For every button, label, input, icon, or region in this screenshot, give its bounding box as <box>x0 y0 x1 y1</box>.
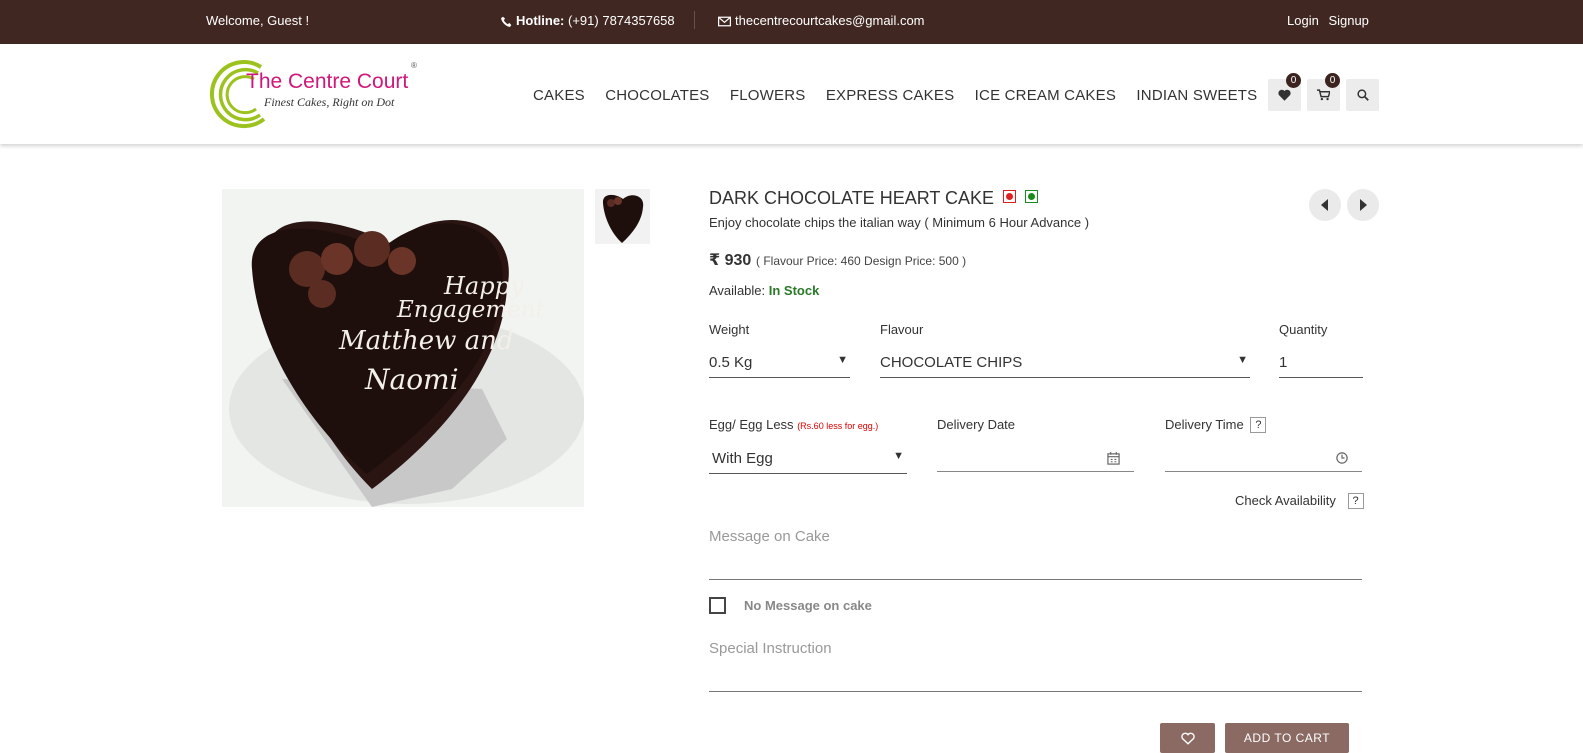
caret-down-icon: ▼ <box>837 354 848 366</box>
envelope-icon <box>718 16 731 27</box>
add-to-cart-button[interactable]: ADD TO CART <box>1225 723 1349 753</box>
no-message-checkbox[interactable] <box>709 597 726 614</box>
next-product-button[interactable] <box>1347 189 1379 221</box>
delivery-time-label-text: Delivery Time <box>1165 417 1244 432</box>
cart-icon <box>1317 89 1330 101</box>
currency-symbol: ₹ <box>709 252 721 269</box>
hotline-label: Hotline: <box>516 13 565 28</box>
cake-text-line-3: Matthew and <box>338 326 514 356</box>
delivery-time-help-button[interactable]: ? <box>1250 417 1267 433</box>
check-availability: Check Availability ? <box>1235 493 1364 509</box>
heart-icon <box>1278 89 1291 101</box>
quantity-value: 1 <box>1279 354 1288 371</box>
main-nav: CAKES CHOCOLATES FLOWERS EXPRESS CAKES I… <box>533 87 1273 104</box>
veg-indicator-icon <box>1025 190 1039 203</box>
clock-icon <box>1336 452 1348 464</box>
price-breakdown: ( Flavour Price: 460 Design Price: 500 ) <box>756 254 967 268</box>
delivery-date-label: Delivery Date <box>937 417 1016 432</box>
product-thumbnail[interactable] <box>595 189 650 244</box>
caret-down-icon: ▼ <box>1237 354 1248 366</box>
add-to-wishlist-button[interactable] <box>1160 723 1215 753</box>
hotline: Hotline: (+91) 7874357658 <box>501 13 675 28</box>
cart-count-badge: 0 <box>1325 73 1340 88</box>
logo[interactable]: The Centre Court Finest Cakes, Right on … <box>206 59 421 129</box>
message-on-cake-input[interactable]: Message on Cake <box>709 528 1362 580</box>
flavour-label: Flavour <box>880 322 924 337</box>
price: ₹ 930 <box>709 250 751 270</box>
non-veg-indicator-icon <box>1003 190 1017 203</box>
email-text: thecentrecourtcakes@gmail.com <box>735 13 925 28</box>
logo-registered: ® <box>411 61 417 70</box>
weight-select[interactable]: 0.5 Kg ▼ <box>709 352 850 378</box>
caret-down-icon: ▼ <box>893 450 904 462</box>
auth-links: Login Signup <box>1287 13 1375 28</box>
search-icon <box>1356 89 1369 101</box>
cart-button[interactable]: 0 <box>1307 73 1340 111</box>
nav-express-cakes[interactable]: EXPRESS CAKES <box>826 87 954 104</box>
egg-label: Egg/ Egg Less (Rs.60 less for egg.) <box>709 417 878 432</box>
caret-right-icon <box>1360 199 1367 211</box>
check-availability-help-button[interactable]: ? <box>1347 493 1364 509</box>
quantity-label: Quantity <box>1279 322 1328 337</box>
egg-value: With Egg <box>712 450 773 467</box>
egg-note: (Rs.60 less for egg.) <box>797 421 879 431</box>
prev-product-button[interactable] <box>1309 189 1341 221</box>
weight-label: Weight <box>709 322 750 337</box>
cake-text-line-1: Happy <box>443 272 524 300</box>
thumbnail-illustration <box>602 194 644 243</box>
flavour-value: CHOCOLATE CHIPS <box>880 354 1023 371</box>
signup-link[interactable]: Signup <box>1328 13 1368 28</box>
instruction-placeholder: Special Instruction <box>709 640 832 657</box>
top-bar: Welcome, Guest ! Hotline: (+91) 78743576… <box>0 0 1583 44</box>
nav-chocolates[interactable]: CHOCOLATES <box>605 87 709 104</box>
nav-indian-sweets[interactable]: INDIAN SWEETS <box>1136 87 1257 104</box>
price-value: 930 <box>724 252 752 269</box>
welcome-text: Welcome, Guest ! <box>206 13 310 28</box>
availability: Available: In Stock <box>709 283 819 298</box>
weight-value: 0.5 Kg <box>709 354 753 371</box>
logo-tagline: Finest Cakes, Right on Dot <box>264 95 395 109</box>
divider <box>694 11 695 29</box>
product-title-text: DARK CHOCOLATE HEART CAKE <box>709 188 995 208</box>
caret-left-icon <box>1321 199 1328 211</box>
egg-label-text: Egg/ Egg Less <box>709 417 794 432</box>
logo-brand: The Centre Court <box>246 70 409 93</box>
message-placeholder: Message on Cake <box>709 528 830 545</box>
nav-flowers[interactable]: FLOWERS <box>730 87 806 104</box>
availability-label: Available: <box>709 283 766 298</box>
site-header: The Centre Court Finest Cakes, Right on … <box>0 44 1583 144</box>
wishlist-button[interactable]: 0 <box>1268 73 1301 111</box>
nav-ice-cream-cakes[interactable]: ICE CREAM CAKES <box>975 87 1116 104</box>
availability-status: In Stock <box>768 283 820 298</box>
no-message-label: No Message on cake <box>744 598 872 613</box>
cake-illustration: Happy Engagement Matthew and Naomi <box>229 219 584 507</box>
wishlist-count-badge: 0 <box>1286 73 1301 88</box>
calendar-icon <box>1107 452 1120 465</box>
product-main-image[interactable]: Happy Engagement Matthew and Naomi <box>222 189 584 507</box>
product-title: DARK CHOCOLATE HEART CAKE <box>709 188 1039 209</box>
egg-select[interactable]: With Egg ▼ <box>709 448 907 474</box>
delivery-time-label: Delivery Time ? <box>1165 417 1267 433</box>
quantity-input[interactable]: 1 <box>1279 352 1363 378</box>
cake-text-line-4: Naomi <box>364 363 459 396</box>
email[interactable]: thecentrecourtcakes@gmail.com <box>718 13 925 28</box>
delivery-date-input[interactable] <box>937 446 1134 472</box>
product-subtitle: Enjoy chocolate chips the italian way ( … <box>709 215 1090 230</box>
login-link[interactable]: Login <box>1287 13 1319 28</box>
cake-text-line-2: Engagement <box>396 297 546 323</box>
search-button[interactable] <box>1346 79 1379 111</box>
nav-cakes[interactable]: CAKES <box>533 87 585 104</box>
hotline-number[interactable]: (+91) 7874357658 <box>568 13 675 28</box>
flavour-select[interactable]: CHOCOLATE CHIPS ▼ <box>880 352 1250 378</box>
delivery-time-input[interactable] <box>1165 446 1362 472</box>
check-availability-link[interactable]: Check Availability <box>1235 493 1336 508</box>
phone-icon <box>501 16 512 27</box>
special-instruction-input[interactable]: Special Instruction <box>709 640 1362 692</box>
